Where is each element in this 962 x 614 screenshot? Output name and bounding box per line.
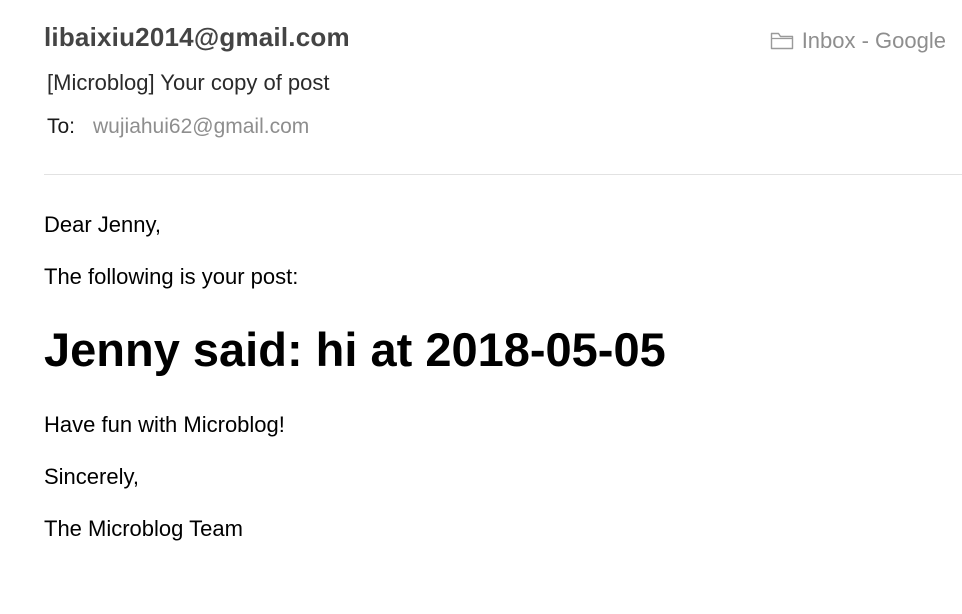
- mailbox-name: Inbox - Google: [801, 28, 946, 53]
- closing-line: Have fun with Microblog!: [44, 412, 285, 437]
- signature: The Microblog Team: [44, 516, 243, 541]
- recipient-row: To: wujiahui62@gmail.com: [47, 115, 309, 139]
- sign-off: Sincerely,: [44, 464, 139, 489]
- email-subject: [Microblog] Your copy of post: [47, 70, 330, 95]
- email-header: libaixiu2014@gmail.com Inbox - Google [M…: [0, 0, 962, 176]
- recipient-address[interactable]: wujiahui62@gmail.com: [93, 115, 309, 139]
- folder-icon: [770, 31, 794, 51]
- to-label: To:: [47, 115, 76, 138]
- post-heading: Jenny said: hi at 2018-05-05: [44, 323, 666, 376]
- mailbox-label[interactable]: Inbox - Google: [770, 28, 946, 54]
- sender-address[interactable]: libaixiu2014@gmail.com: [44, 22, 350, 53]
- intro-text: The following is your post:: [44, 264, 299, 289]
- greeting-text: Dear Jenny,: [44, 212, 161, 237]
- header-divider: [44, 174, 962, 175]
